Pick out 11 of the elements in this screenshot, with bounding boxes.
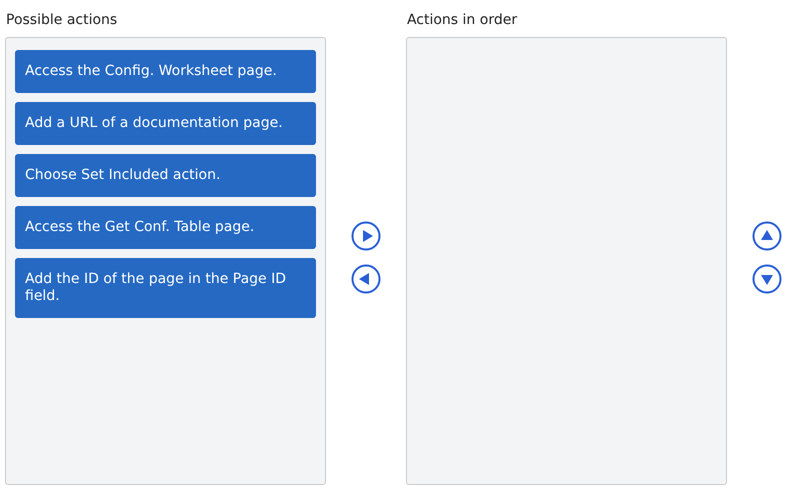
action-item[interactable]: Add the ID of the page in the Page ID field. xyxy=(15,258,316,318)
panel-title: Actions in order xyxy=(406,11,518,30)
action-item[interactable]: Add a URL of a documentation page. xyxy=(15,102,316,145)
action-item[interactable]: Choose Set Included action. xyxy=(15,154,316,197)
up-arrow-button[interactable] xyxy=(752,221,782,251)
left-arrow-button[interactable] xyxy=(351,264,382,294)
down-arrow-button[interactable] xyxy=(752,264,782,294)
action-item[interactable]: Access the Get Conf. Table page. xyxy=(15,206,316,249)
right-arrow-button[interactable] xyxy=(351,221,382,251)
action-item[interactable]: Access the Config. Worksheet page. xyxy=(15,50,316,93)
panel-title: Possible actions xyxy=(6,11,118,30)
